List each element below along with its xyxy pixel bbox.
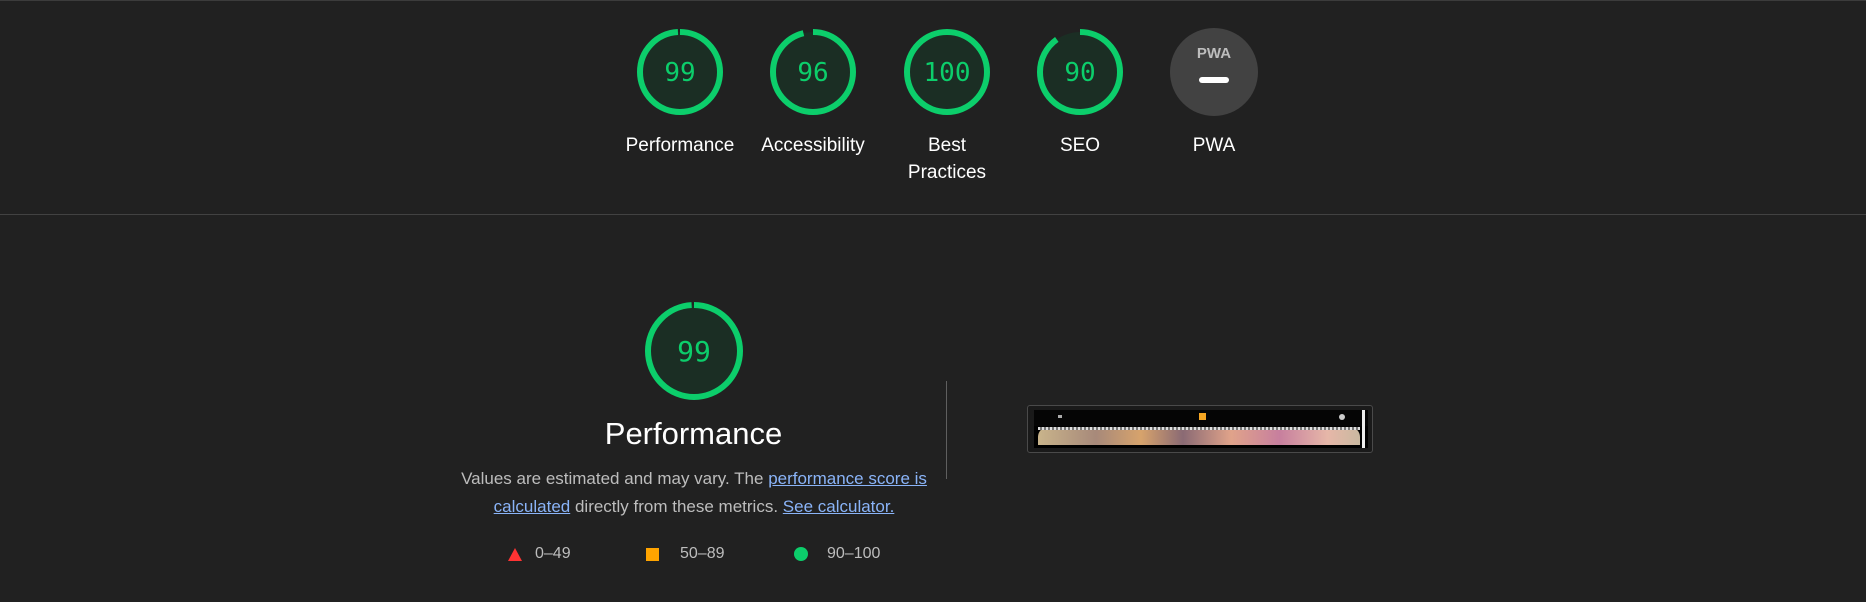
pwa-dash-icon (1199, 77, 1229, 83)
best-practices-label: Best Practices (907, 135, 987, 183)
pwa-badge-text: PWA (1197, 45, 1231, 62)
accessibility-score-ring: 96 (770, 29, 856, 115)
best-practices-score: 100 (924, 58, 971, 88)
performance-score: 99 (664, 58, 695, 88)
seo-score-ring: 90 (1037, 29, 1123, 115)
legend-average: 50–89 (646, 545, 725, 563)
desc-text-1: Values are estimated and may vary. The (461, 469, 769, 488)
performance-title: Performance (604, 416, 783, 451)
thumbnail-user-icon (1339, 414, 1345, 420)
thumbnail-logo-icon (1199, 413, 1206, 420)
square-icon (646, 547, 659, 561)
top-border (0, 0, 1866, 1)
thumbnail-border-strip (1038, 427, 1360, 430)
best-practices-score-ring: 100 (904, 29, 990, 115)
vertical-separator (946, 381, 947, 479)
performance-label: Performance (625, 135, 735, 156)
gauge-accessibility[interactable]: 96 Accessibility (743, 26, 883, 159)
performance-large-score: 99 (677, 335, 711, 368)
triangle-icon (508, 547, 522, 561)
pwa-label: PWA (1192, 135, 1236, 156)
legend-fail: 0–49 (508, 545, 571, 563)
thumbnail-scrollbar (1362, 410, 1365, 448)
pwa-badge-icon: PWA (1170, 28, 1258, 116)
legend-fail-range: 0–49 (535, 545, 571, 562)
desc-text-2: directly from these metrics. (570, 497, 783, 516)
legend-average-range: 50–89 (680, 545, 725, 562)
performance-description: Values are estimated and may vary. The p… (460, 465, 928, 521)
circle-icon (794, 547, 808, 561)
category-gauges: 99 Performance 96 Accessibility 100 Best… (0, 26, 1866, 196)
legend-pass: 90–100 (794, 545, 880, 563)
seo-label: SEO (1059, 135, 1101, 156)
score-legend: 0–49 50–89 90–100 (0, 545, 1866, 575)
accessibility-score: 96 (797, 58, 828, 88)
thumbnail-page (1034, 410, 1368, 448)
legend-pass-range: 90–100 (827, 545, 881, 562)
gauge-seo[interactable]: 90 SEO (1010, 26, 1150, 159)
performance-section: 99 Performance Values are estimated and … (0, 215, 1866, 602)
seo-score: 90 (1064, 58, 1095, 88)
accessibility-label: Accessibility (761, 135, 865, 156)
gauge-performance[interactable]: 99 Performance (610, 26, 750, 159)
gauge-pwa[interactable]: PWA PWA (1144, 26, 1284, 159)
gauge-best-practices[interactable]: 100 Best Practices (877, 26, 1017, 186)
performance-large-score-ring[interactable]: 99 (643, 300, 745, 402)
thumbnail-menu-icon (1058, 415, 1062, 418)
see-calculator-link[interactable]: See calculator. (783, 497, 895, 516)
performance-score-ring: 99 (637, 29, 723, 115)
final-screenshot-thumbnail[interactable] (1027, 405, 1373, 453)
